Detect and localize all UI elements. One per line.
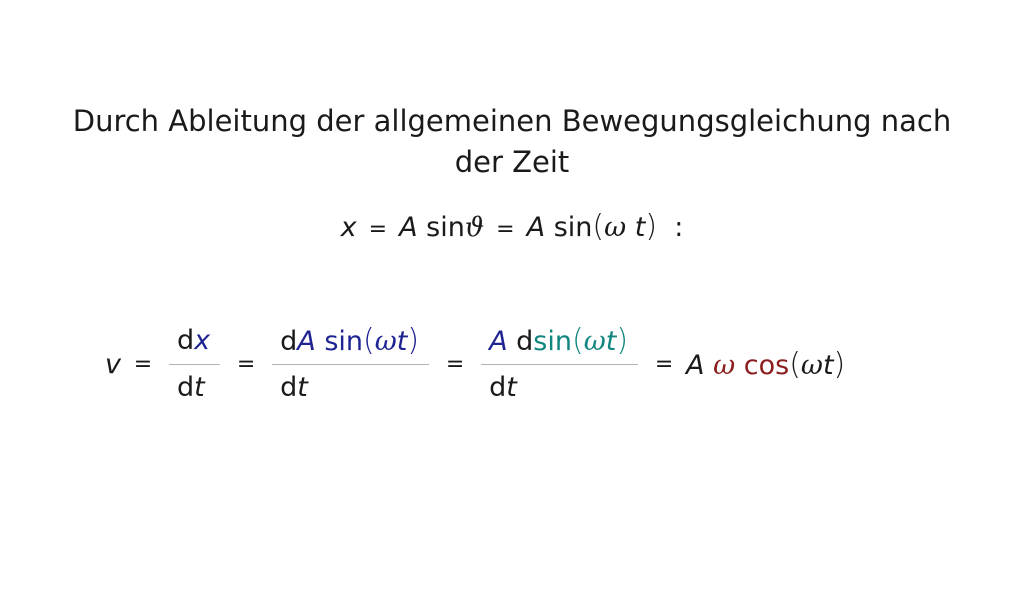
denominator: dt — [272, 365, 429, 411]
var-A: A — [297, 326, 316, 357]
equals-sign: = — [445, 352, 465, 377]
var-A: A — [489, 326, 508, 357]
func-sin: sin — [533, 326, 572, 357]
left-paren: ( — [571, 323, 584, 358]
var-t: t — [506, 372, 517, 403]
equals-sign: = — [236, 352, 256, 377]
var-omega: ω — [374, 326, 397, 357]
intro-text: Durch Ableitung der allgemeinen Bewegung… — [72, 104, 952, 179]
right-paren: ) — [616, 323, 629, 358]
var-t: t — [194, 372, 205, 403]
var-A: A — [399, 212, 418, 243]
differential-d: d — [280, 326, 298, 357]
differential-d: d — [176, 325, 195, 356]
func-sin: sin — [426, 212, 465, 243]
var-A: A — [526, 212, 546, 243]
right-paren: ) — [407, 323, 420, 358]
denominator: dt — [169, 365, 220, 411]
differential-d: d — [489, 372, 507, 403]
var-t: t — [297, 372, 308, 403]
denominator: dt — [481, 365, 638, 411]
var-v: v — [105, 349, 121, 380]
numerator: dA sin(ωt) — [272, 318, 429, 364]
fraction-A-dsin-dt: A dsin(ωt) dt — [481, 318, 639, 411]
var-omega: ω — [800, 350, 823, 381]
right-paren: ) — [833, 347, 846, 382]
differential-d: d — [176, 372, 195, 403]
equation-position: x = A sinϑ = A sin(ω t) : — [0, 207, 1024, 250]
equation-velocity: v = dx dt = dA sin(ωt) dt = A dsin(ωt) d… — [105, 312, 1005, 417]
var-x: x — [194, 325, 211, 356]
left-paren: ( — [363, 323, 375, 358]
result-expression: A ω cos(ωt) — [686, 347, 845, 382]
equals-sign: = — [368, 217, 388, 242]
func-sin: sin — [553, 212, 593, 243]
fraction-dAsin-dt: dA sin(ωt) dt — [272, 318, 430, 411]
differential-d: d — [280, 372, 298, 403]
var-omega: ω — [713, 350, 736, 381]
var-theta: ϑ — [464, 212, 485, 243]
equals-sign: = — [654, 352, 674, 377]
numerator: A dsin(ωt) — [481, 318, 638, 364]
func-cos: cos — [743, 350, 790, 381]
right-paren: ) — [645, 209, 658, 244]
left-paren: ( — [789, 347, 801, 382]
equals-sign: = — [133, 352, 153, 377]
var-t: t — [605, 326, 617, 357]
var-t: t — [634, 212, 646, 243]
numerator: dx — [169, 318, 220, 364]
fraction-dx-dt: dx dt — [168, 318, 221, 411]
equals-sign: = — [496, 217, 515, 242]
var-t: t — [822, 350, 834, 381]
var-x: x — [340, 212, 357, 243]
differential-d: d — [516, 326, 534, 357]
var-A: A — [686, 350, 705, 381]
var-omega: ω — [604, 212, 627, 243]
var-t: t — [396, 326, 408, 357]
colon: : — [674, 212, 684, 243]
left-paren: ( — [592, 209, 605, 244]
func-sin: sin — [324, 326, 364, 357]
var-omega: ω — [583, 326, 606, 357]
